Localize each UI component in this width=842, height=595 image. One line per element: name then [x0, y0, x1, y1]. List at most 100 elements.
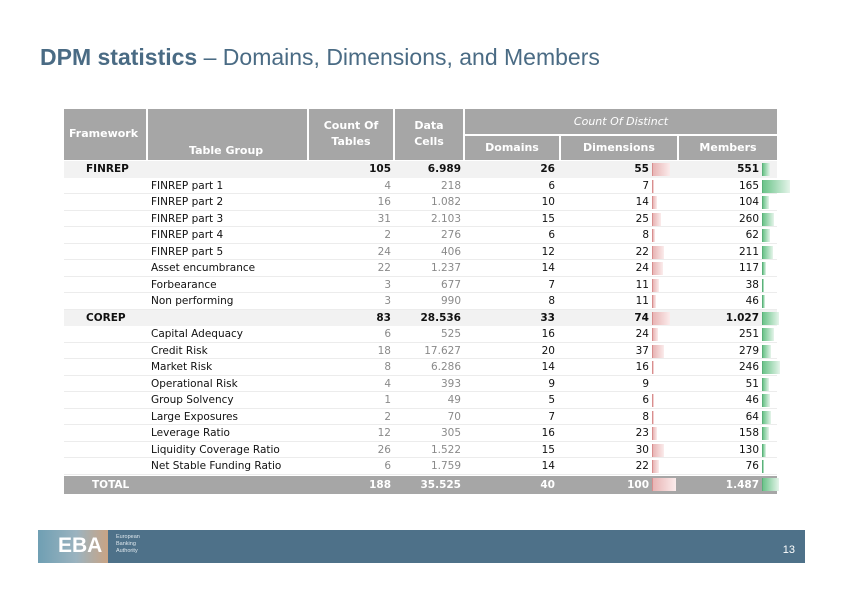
dimensions-data-bar: [652, 410, 654, 424]
dimensions-cell: 74: [634, 311, 649, 324]
members-data-bar: [762, 344, 771, 358]
table-group-cell: Non performing: [151, 295, 234, 307]
eba-logo-subtitle: European Banking Authority: [116, 534, 140, 555]
count-of-tables-cell: 3: [384, 278, 391, 291]
dimensions-data-bar: [652, 328, 658, 341]
members-cell: 46: [745, 394, 759, 406]
header-members-label: Members: [699, 141, 757, 154]
table-row: Non performing 3 990 8 11 46: [64, 293, 777, 310]
count-of-tables-cell: 2: [384, 229, 391, 241]
dimensions-data-bar: [652, 311, 670, 325]
count-of-tables-cell: 31: [377, 212, 391, 225]
dimensions-data-bar: [652, 245, 664, 259]
domains-cell: 12: [541, 245, 555, 258]
domains-cell: 16: [541, 328, 555, 340]
dimensions-data-bar: [652, 229, 655, 242]
header-count-of-tables: Count Of Tables: [309, 109, 393, 160]
framework-cell: FINREP: [86, 163, 129, 175]
members-cell: 260: [738, 212, 759, 225]
header-framework: Framework: [64, 109, 146, 160]
members-data-bar: [762, 460, 764, 473]
framework-row: COREP 83 28.536 33 74 1.027: [64, 309, 779, 326]
table-row: Liquidity Coverage Ratio 26 1.522 15 30 130: [64, 442, 777, 458]
dimensions-data-bar: [652, 427, 657, 440]
members-cell: 251: [738, 328, 759, 340]
count-of-tables-cell: 4: [384, 377, 391, 390]
dimensions-cell: 14: [635, 196, 649, 208]
count-of-tables-cell: 1: [384, 394, 391, 406]
table-group-cell: Group Solvency: [151, 394, 234, 406]
dimensions-cell: 6: [642, 394, 649, 406]
eba-logo-subtitle-line: Authority: [116, 548, 138, 554]
table-group-cell: Market Risk: [151, 361, 213, 373]
header-count-of-distinct: Count Of Distinct: [465, 109, 777, 134]
count-of-tables-cell: 3: [384, 295, 391, 307]
dimensions-cell: 37: [635, 344, 649, 357]
dimensions-data-bar: [652, 344, 664, 358]
members-cell: 62: [745, 229, 759, 241]
data-cells-cell: 6.286: [430, 361, 461, 373]
dimensions-data-bar: [652, 212, 662, 226]
header-data-cells-line2: Cells: [414, 135, 444, 148]
table-row: Capital Adequacy 6 525 16 24 251: [64, 326, 777, 343]
table-group-cell: Net Stable Funding Ratio: [151, 460, 282, 472]
domains-cell: 8: [548, 295, 555, 307]
table-row: FINREP part 2 16 1.082 10 14 104: [64, 194, 777, 211]
members-data-bar: [762, 311, 779, 325]
table-group-cell: FINREP part 2: [151, 196, 224, 208]
eba-logo-text: EBA: [58, 534, 103, 557]
members-data-bar: [762, 361, 781, 374]
framework-row: FINREP 105 6.989 26 55 551: [64, 161, 777, 178]
dimensions-cell: 11: [635, 295, 649, 307]
data-cells-cell: 35.525: [420, 478, 461, 491]
data-cells-cell: 1.082: [430, 196, 461, 208]
footer-bar: EBA European Banking Authority 13: [38, 530, 805, 563]
header-count-of-tables-line1: Count Of: [323, 119, 379, 132]
dimensions-cell: 100: [627, 478, 649, 491]
domains-cell: 14: [541, 262, 555, 274]
dimensions-data-bar: [652, 394, 654, 407]
total-row: TOTAL 188 35.525 40 100 1.487: [64, 475, 779, 494]
dimensions-cell: 24: [635, 262, 649, 274]
domains-cell: 15: [541, 443, 555, 456]
members-cell: 130: [738, 443, 759, 456]
dimensions-cell: 8: [642, 229, 649, 241]
domains-cell: 6: [548, 229, 555, 241]
members-cell: 46: [745, 295, 759, 307]
header-domains: Domains: [465, 136, 559, 160]
members-data-bar: [762, 477, 779, 491]
data-cells-cell: 276: [440, 229, 461, 241]
table-group-cell: FINREP part 4: [151, 229, 224, 241]
domains-cell: 7: [548, 410, 555, 423]
count-of-tables-cell: 105: [369, 163, 391, 175]
data-cells-cell: 990: [440, 295, 461, 307]
dimensions-cell: 9: [642, 377, 649, 390]
table-row: Net Stable Funding Ratio 6 1.759 14 22 76: [64, 458, 777, 475]
members-cell: 76: [745, 460, 759, 472]
header-table-group-label: Table Group: [189, 144, 264, 157]
members-data-bar: [762, 245, 773, 259]
data-cells-cell: 6.989: [427, 163, 461, 175]
domains-cell: 14: [541, 361, 555, 373]
data-cells-cell: 28.536: [420, 311, 461, 324]
framework-cell: COREP: [86, 311, 126, 324]
table-row: FINREP part 3 31 2.103 15 25 260: [64, 211, 777, 227]
dimensions-data-bar: [652, 361, 654, 374]
dimensions-cell: 22: [635, 245, 649, 258]
framework-cell: TOTAL: [92, 478, 130, 491]
dimensions-data-bar: [652, 163, 670, 176]
dimensions-cell: 16: [635, 361, 649, 373]
data-cells-cell: 2.103: [430, 212, 461, 225]
count-of-tables-cell: 22: [377, 262, 391, 274]
dimensions-data-bar: [652, 443, 664, 457]
slide-title-bold: DPM statistics: [40, 44, 198, 70]
members-data-bar: [762, 394, 771, 407]
domains-cell: 33: [540, 311, 555, 324]
count-of-tables-cell: 188: [369, 478, 391, 491]
members-data-bar: [762, 278, 765, 292]
data-cells-cell: 393: [440, 377, 461, 390]
members-cell: 64: [745, 410, 759, 423]
dimensions-cell: 24: [635, 328, 649, 340]
count-of-tables-cell: 6: [384, 460, 391, 472]
dimensions-data-bar: [652, 295, 657, 308]
